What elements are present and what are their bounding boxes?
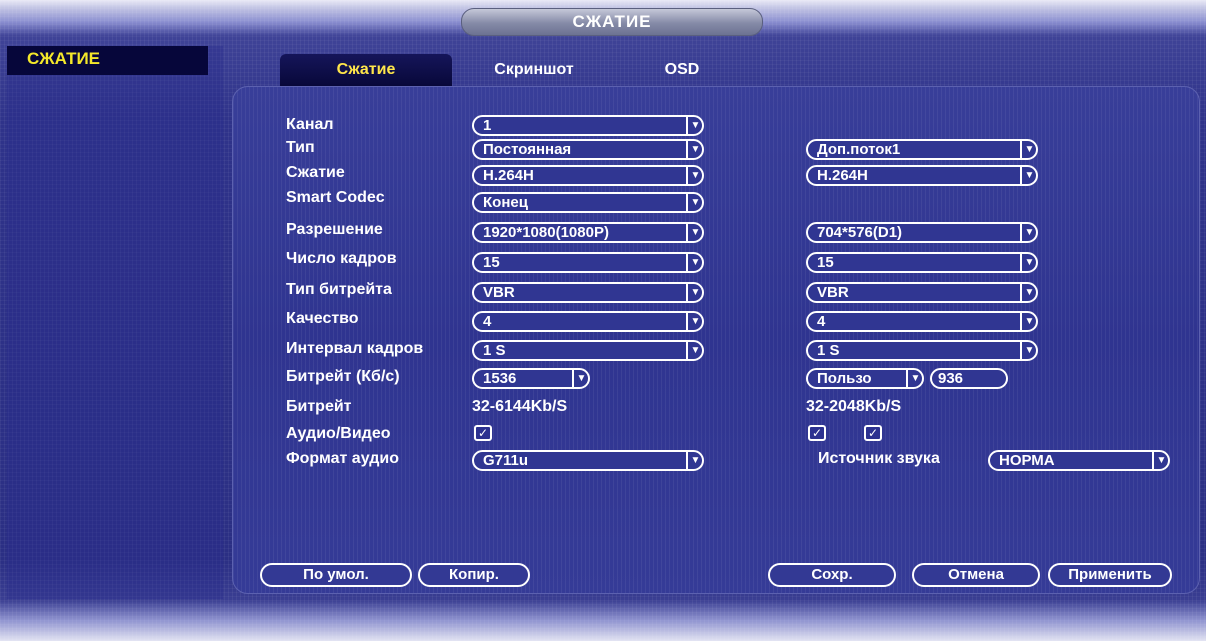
- label-type: Тип: [286, 139, 315, 156]
- cancel-button[interactable]: Отмена: [912, 563, 1040, 587]
- chevron-down-icon: ▼: [686, 284, 702, 301]
- main-bitrate-select[interactable]: 1536 ▼: [472, 368, 590, 389]
- chevron-down-icon: ▼: [686, 342, 702, 359]
- sub-bitrate-input[interactable]: 936: [930, 368, 1008, 389]
- main-frame-interval-value: 1 S: [483, 342, 506, 359]
- label-audio-source: Источник звука: [818, 450, 940, 467]
- main-bitrate-type-value: VBR: [483, 284, 515, 301]
- main-type-value: Постоянная: [483, 141, 572, 158]
- dvr-screen: СЖАТИЕ СЖАТИЕ Сжатие Скриншот OSD Канал …: [0, 0, 1206, 641]
- copy-button[interactable]: Копир.: [418, 563, 530, 587]
- chevron-down-icon: ▼: [686, 167, 702, 184]
- label-audio-video: Аудио/Видео: [286, 425, 391, 442]
- label-smart-codec: Smart Codec: [286, 189, 385, 206]
- main-quality-value: 4: [483, 313, 492, 330]
- check-icon: ✓: [811, 426, 823, 440]
- main-quality-select[interactable]: 4 ▼: [472, 311, 704, 332]
- label-frame-rate: Число кадров: [286, 250, 397, 267]
- sub-quality-value: 4: [817, 313, 826, 330]
- sub-video-checkbox[interactable]: ✓: [808, 425, 826, 441]
- chevron-down-icon: ▼: [686, 452, 702, 469]
- main-frame-interval-select[interactable]: 1 S ▼: [472, 340, 704, 361]
- window-title: СЖАТИЕ: [461, 8, 763, 36]
- sub-compression-value: H.264H: [817, 167, 868, 184]
- apply-button[interactable]: Применить: [1048, 563, 1172, 587]
- tab-bar: Сжатие Скриншот OSD: [274, 54, 1194, 86]
- main-type-select[interactable]: Постоянная ▼: [472, 139, 704, 160]
- sub-type-select[interactable]: Доп.поток1 ▼: [806, 139, 1038, 160]
- main-audio-video-checkbox[interactable]: ✓: [474, 425, 492, 441]
- sub-resolution-value: 704*576(D1): [817, 224, 903, 241]
- chevron-down-icon: ▼: [1020, 167, 1036, 184]
- chevron-down-icon: ▼: [1020, 224, 1036, 241]
- sidebar-item-compression[interactable]: СЖАТИЕ: [7, 46, 208, 75]
- sidebar: [7, 46, 223, 599]
- audio-source-select[interactable]: НОРМА ▼: [988, 450, 1170, 471]
- chevron-down-icon: ▼: [686, 254, 702, 271]
- audio-format-select[interactable]: G711u ▼: [472, 450, 704, 471]
- default-button[interactable]: По умол.: [260, 563, 412, 587]
- sub-bitrate-mode-select[interactable]: Пользо ▼: [806, 368, 924, 389]
- sub-audio-checkbox[interactable]: ✓: [864, 425, 882, 441]
- smart-codec-value: Конец: [483, 194, 528, 211]
- check-icon: ✓: [867, 426, 879, 440]
- chevron-down-icon: ▼: [686, 141, 702, 158]
- chevron-down-icon: ▼: [686, 194, 702, 211]
- sub-frame-rate-select[interactable]: 15 ▼: [806, 252, 1038, 273]
- sub-frame-rate-value: 15: [817, 254, 834, 271]
- tab-compression[interactable]: Сжатие: [280, 54, 452, 86]
- check-icon: ✓: [477, 426, 489, 440]
- chevron-down-icon: ▼: [686, 117, 702, 134]
- chevron-down-icon: ▼: [1020, 284, 1036, 301]
- main-compression-value: H.264H: [483, 167, 534, 184]
- label-bitrate-kbs: Битрейт (Кб/с): [286, 368, 400, 385]
- main-resolution-select[interactable]: 1920*1080(1080P) ▼: [472, 222, 704, 243]
- label-bitrate-type: Тип битрейта: [286, 281, 392, 298]
- label-resolution: Разрешение: [286, 221, 383, 238]
- label-compression: Сжатие: [286, 164, 345, 181]
- channel-value: 1: [483, 117, 492, 134]
- sub-type-value: Доп.поток1: [817, 141, 901, 158]
- audio-source-value: НОРМА: [999, 452, 1055, 469]
- chevron-down-icon: ▼: [1020, 254, 1036, 271]
- label-quality: Качество: [286, 310, 359, 327]
- sub-quality-select[interactable]: 4 ▼: [806, 311, 1038, 332]
- main-frame-rate-select[interactable]: 15 ▼: [472, 252, 704, 273]
- chevron-down-icon: ▼: [1020, 342, 1036, 359]
- chevron-down-icon: ▼: [572, 370, 588, 387]
- tab-snapshot[interactable]: Скриншот: [464, 54, 604, 86]
- sub-resolution-select[interactable]: 704*576(D1) ▼: [806, 222, 1038, 243]
- label-frame-interval: Интервал кадров: [286, 340, 424, 357]
- chevron-down-icon: ▼: [906, 370, 922, 387]
- sub-bitrate-value: 936: [938, 370, 964, 387]
- save-button[interactable]: Сохр.: [768, 563, 896, 587]
- sub-bitrate-range: 32-2048Kb/S: [806, 398, 902, 415]
- smart-codec-select[interactable]: Конец ▼: [472, 192, 704, 213]
- label-channel: Канал: [286, 116, 334, 133]
- chevron-down-icon: ▼: [686, 313, 702, 330]
- tab-osd[interactable]: OSD: [652, 54, 712, 86]
- sub-bitrate-type-value: VBR: [817, 284, 849, 301]
- main-compression-select[interactable]: H.264H ▼: [472, 165, 704, 186]
- sub-frame-interval-select[interactable]: 1 S ▼: [806, 340, 1038, 361]
- sub-compression-select[interactable]: H.264H ▼: [806, 165, 1038, 186]
- label-audio-format: Формат аудио: [286, 450, 399, 467]
- sub-bitrate-type-select[interactable]: VBR ▼: [806, 282, 1038, 303]
- audio-format-value: G711u: [483, 452, 529, 469]
- main-bitrate-range: 32-6144Kb/S: [472, 398, 568, 415]
- chevron-down-icon: ▼: [686, 224, 702, 241]
- sub-bitrate-mode-value: Пользо: [817, 370, 872, 387]
- main-resolution-value: 1920*1080(1080P): [483, 224, 609, 241]
- main-bitrate-value: 1536: [483, 370, 517, 387]
- channel-select[interactable]: 1 ▼: [472, 115, 704, 136]
- main-bitrate-type-select[interactable]: VBR ▼: [472, 282, 704, 303]
- chevron-down-icon: ▼: [1020, 313, 1036, 330]
- label-bitrate: Битрейт: [286, 398, 352, 415]
- chevron-down-icon: ▼: [1152, 452, 1168, 469]
- sub-frame-interval-value: 1 S: [817, 342, 840, 359]
- chevron-down-icon: ▼: [1020, 141, 1036, 158]
- main-frame-rate-value: 15: [483, 254, 500, 271]
